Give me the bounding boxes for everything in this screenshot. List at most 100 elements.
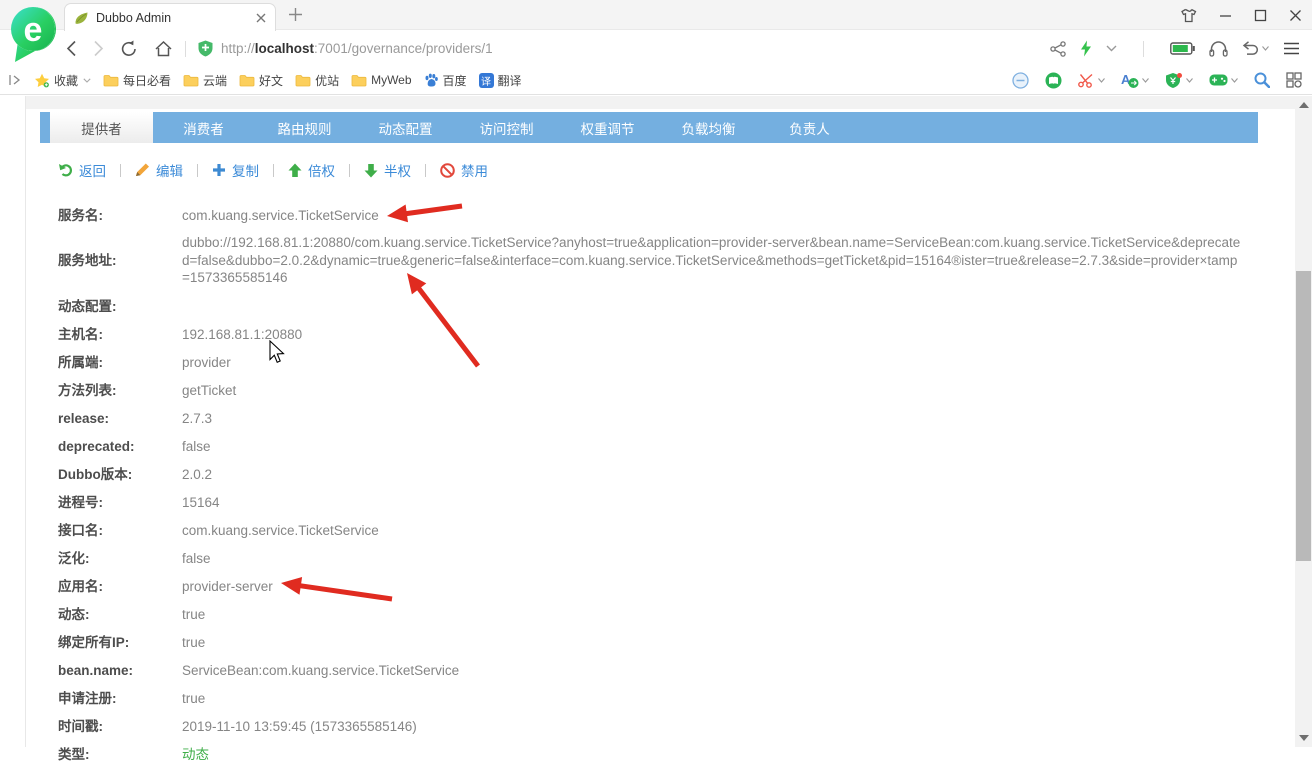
scrollbar-up-arrow-icon[interactable] [1299,102,1309,108]
bookmark-folder[interactable]: 每日必看 [103,72,171,89]
disable-link[interactable]: 禁用 [440,160,488,180]
field-value: getTicket [182,382,237,398]
window-controls [1180,0,1302,30]
folder-icon [351,74,367,87]
browser-tab[interactable]: Dubbo Admin [64,3,276,31]
field-row-methods: 方法列表: getTicket [58,381,1244,400]
field-label: 所属端: [58,354,103,370]
field-value: 2.0.2 [182,466,213,482]
rebate-wallet-icon[interactable] [1165,72,1193,89]
folder-icon [239,74,255,87]
novel-mode-icon[interactable] [1045,72,1062,89]
field-label: bean.name: [58,662,134,678]
headphones-audio-icon[interactable] [1209,40,1228,57]
share-icon[interactable] [1050,40,1066,57]
site-safety-shield-icon[interactable] [198,40,213,57]
back-icon[interactable] [66,40,77,57]
action-divider [197,163,198,177]
action-divider [349,163,350,177]
edit-link[interactable]: 编辑 [135,160,183,180]
tab-access-control[interactable]: 访问控制 [456,112,557,143]
bookmark-folder[interactable]: MyWeb [351,73,412,87]
spring-leaf-icon [74,11,89,25]
field-value: provider-server [182,578,273,594]
half-weight-link[interactable]: 半权 [364,160,411,180]
reader-mode-icon[interactable] [1012,71,1029,89]
bookmark-folder[interactable]: 云端 [183,72,227,89]
search-magnifier-icon[interactable] [1254,72,1270,88]
close-window-icon[interactable] [1289,9,1302,22]
refresh-icon[interactable] [120,40,138,58]
copy-link[interactable]: 复制 [212,160,259,180]
double-weight-link[interactable]: 倍权 [288,160,335,180]
tab-weight-adjust[interactable]: 权重调节 [557,112,658,143]
menu-hamburger-icon[interactable] [1283,42,1300,55]
folder-icon [295,74,311,87]
field-row-type: 类型: 动态 [58,745,1244,764]
tab-title: Dubbo Admin [96,10,172,25]
bookmark-folder-label: 每日必看 [123,73,172,88]
field-value: provider [182,354,231,370]
tab-load-balance[interactable]: 负载均衡 [658,112,759,143]
page-translate-icon[interactable]: A [1121,72,1149,89]
maximize-icon[interactable] [1254,9,1267,22]
new-tab-button[interactable] [288,7,303,22]
accelerator-lightning-icon[interactable] [1080,40,1092,57]
tab-owner[interactable]: 负责人 [759,112,860,143]
browser-toolbar: http://localhost:7001/governance/provide… [0,31,1312,66]
undo-recently-closed-icon[interactable] [1242,41,1269,56]
field-label: 接口名: [58,522,103,538]
field-row-dynamic-config: 动态配置: [58,297,1244,316]
nav-tab-spacer [40,112,50,143]
bookmark-translate-label: 翻译 [497,73,522,88]
back-link-label: 返回 [79,164,106,179]
field-row-anyhost: 绑定所有IP: true [58,633,1244,652]
tab-routing-rules[interactable]: 路由规则 [254,112,355,143]
bookmark-baidu[interactable]: 百度 [424,72,467,89]
field-label: 服务地址: [58,252,117,268]
home-icon[interactable] [154,40,173,57]
field-row-service-address: 服务地址: dubbo://192.168.81.1:20880/com.kua… [58,234,1244,287]
pencil-edit-icon [135,163,150,177]
address-bar[interactable]: http://localhost:7001/governance/provide… [221,41,493,56]
field-value: false [182,550,211,566]
scrollbar-down-arrow-icon[interactable] [1299,735,1309,741]
action-divider [120,163,121,177]
skin-theme-icon[interactable] [1180,8,1197,23]
expand-sidebar-icon[interactable] [8,74,22,86]
field-label: Dubbo版本: [58,466,133,482]
tab-dynamic-config[interactable]: 动态配置 [355,112,456,143]
field-value: ServiceBean:com.kuang.service.TicketServ… [182,662,460,678]
browser-titlebar: e Dubbo Admin [0,0,1312,62]
field-label: 应用名: [58,578,103,594]
screenshot-scissors-icon[interactable] [1078,73,1105,88]
favorites-button[interactable]: 收藏 [34,72,91,89]
bookmark-folder[interactable]: 好文 [239,72,283,89]
forward-icon[interactable] [93,40,104,57]
folder-icon [103,74,119,87]
close-tab-icon[interactable] [256,13,266,23]
back-link[interactable]: 返回 [58,160,106,180]
page-content: 提供者 消费者 路由规则 动态配置 访问控制 权重调节 负载均衡 负责人 返回 … [0,96,1312,762]
bookmark-folder-label: 优站 [315,73,340,88]
chevron-down-icon[interactable] [1106,45,1117,52]
field-value: true [182,606,206,622]
tab-providers[interactable]: 提供者 [50,112,153,143]
baidu-paw-icon [424,73,439,88]
field-row-bean-name: bean.name: ServiceBean:com.kuang.service… [58,661,1244,680]
field-value: com.kuang.service.TicketService [182,208,379,223]
field-label: 主机名: [58,326,103,342]
games-gamepad-icon[interactable] [1209,73,1238,87]
battery-saver-icon[interactable] [1170,42,1195,55]
minimize-icon[interactable] [1219,9,1232,22]
field-label: 绑定所有IP: [58,634,130,650]
tab-consumers[interactable]: 消费者 [153,112,254,143]
url-host: localhost [254,41,315,56]
provider-detail-fields: 服务名: com.kuang.service.TicketService 服务地… [58,206,1244,773]
scrollbar-thumb[interactable] [1296,271,1311,561]
bookmark-translate[interactable]: 译 翻译 [478,72,522,89]
apps-grid-icon[interactable] [1286,72,1302,88]
bookmark-folder[interactable]: 优站 [295,72,339,89]
vertical-scrollbar[interactable] [1295,96,1312,747]
field-label: 泛化: [58,550,90,566]
